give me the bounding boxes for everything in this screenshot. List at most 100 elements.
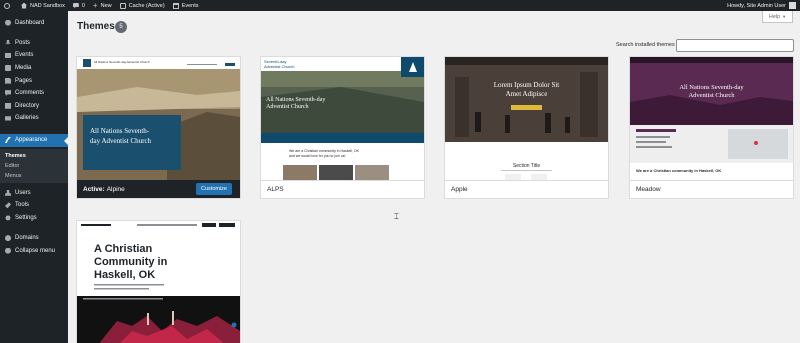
sidebar-item-appearance[interactable]: Appearance [0,133,68,147]
theme-screenshot[interactable]: All Nations Seventh-day Adventist Church… [630,57,793,180]
sidebar-item-label: Comments [15,90,45,97]
calendar-icon [5,52,11,59]
search-themes-input[interactable] [676,39,794,52]
screenshot-hero-line-1: All Nations Seventh-day [679,84,744,91]
theme-screenshot[interactable]: All Nations Seventh-day Adventist Church… [77,57,240,180]
sidebar-item-label: Posts [15,39,31,46]
plus-icon: + [92,0,98,10]
screenshot-hero-line-1: Lorem Ipsum Dolor Sit [494,81,560,89]
sidebar-item-media[interactable]: Media [0,63,68,73]
screenshot-hero-line-1: All Nations Seventh-day [266,97,325,103]
sidebar-item-label: Tools [15,202,30,209]
my-account-link[interactable]: Howdy, Site Admin User [723,0,800,11]
screenshot-body-line-1: We are a Christian community in Haskell,… [289,149,360,153]
alpine-screenshot-image: All Nations Seventh-day Adventist Church… [77,57,240,180]
theme-name-bar: Meadow [630,180,793,198]
theme-count-badge: 5 [115,21,127,33]
screenshot-hero-line-3: Haskell, OK [94,269,155,281]
site-name: NAD Sandbox [30,2,65,9]
theme-screenshot[interactable]: A Christian Community in Haskell, OK [77,221,240,343]
screenshot-header-title-2: Adventist Church [264,64,294,69]
sidebar-item-label: Appearance [15,137,48,144]
sidebar-item-label: Settings [15,214,37,221]
main-content: Help ▼ Themes 5 Search installed themes A… [68,11,800,343]
sidebar-item-dashboard[interactable]: Dashboard [0,18,68,28]
sidebar-item-settings[interactable]: Settings [0,213,68,223]
sidebar-item-label: Domains [15,235,39,242]
wordpress-logo-icon [4,2,10,9]
submenu-item-editor[interactable]: Editor [0,161,68,171]
page-title: Themes [77,21,115,32]
screenshot-body-line-1: We are a Christian community in Haskell,… [636,168,721,173]
submenu-item-themes[interactable]: Themes [0,151,68,161]
sidebar-item-label: Media [15,64,32,71]
sidebar-item-label: Galleries [15,115,39,122]
sidebar-item-directory[interactable]: Directory [0,101,68,111]
theme-name: Apple [451,186,468,193]
sidebar-item-posts[interactable]: Posts [0,38,68,48]
theme-card-5[interactable]: A Christian Community in Haskell, OK [77,221,240,343]
theme-name: ALPS [267,186,284,193]
cache-link[interactable]: Cache (Active) [116,0,169,11]
theme-card-alps[interactable]: Seventh-day Adventist Church All Nations… [261,57,424,198]
theme-name: Alpine [106,185,125,193]
caret-down-icon: ▼ [782,14,787,19]
sidebar-item-domains[interactable]: Domains [0,233,68,243]
search-label: Search installed themes [616,42,675,48]
page-icon [5,77,11,84]
events-link[interactable]: Events [169,0,203,11]
sidebar-item-tools[interactable]: Tools [0,200,68,210]
theme-screenshot[interactable]: Seventh-day Adventist Church All Nations… [261,57,424,180]
screenshot-hero-line-2: Adventist Church [266,104,309,110]
theme-card-meadow[interactable]: All Nations Seventh-day Adventist Church… [630,57,793,198]
screenshot-hero-line-1: All Nations Seventh- [90,127,150,135]
media-icon [5,64,11,71]
sidebar-item-label: Directory [15,102,40,109]
dashboard-icon [5,19,11,26]
calendar-icon [172,2,179,9]
directory-icon [5,102,11,109]
cache-label: Cache (Active) [128,2,165,9]
admin-sidebar: Dashboard Posts Events Media Pages Comme… [0,11,68,343]
sidebar-item-label: Users [15,189,31,196]
new-label: New [100,2,112,9]
sidebar-item-users[interactable]: Users [0,188,68,198]
sidebar-item-galleries[interactable]: Galleries [0,113,68,123]
theme-name-bar: Active: Alpine Customize [77,180,240,198]
collapse-menu-button[interactable]: Collapse menu [0,246,68,256]
events-label: Events [181,2,199,9]
apple-screenshot-image: Lorem Ipsum Dolor Sit Amet Adipisce Sect… [445,57,608,180]
sidebar-item-pages[interactable]: Pages [0,76,68,86]
alps-screenshot-image: Seventh-day Adventist Church All Nations… [261,57,424,180]
theme-card-apple[interactable]: Lorem Ipsum Dolor Sit Amet Adipisce Sect… [445,57,608,198]
site-name-link[interactable]: NAD Sandbox [17,0,69,11]
howdy-text: Howdy, Site Admin User [727,2,786,9]
screenshot-header-title: All Nations Seventh-day Adventist Church [94,60,150,64]
comments-link[interactable]: 0 [69,0,89,11]
comments-count: 0 [81,2,85,9]
theme-card-alpine[interactable]: All Nations Seventh-day Adventist Church… [77,57,240,198]
wordpress-logo-button[interactable] [0,0,17,11]
sidebar-item-events[interactable]: Events [0,50,68,60]
screenshot-hero-line-2: Adventist Church [688,92,735,99]
appearance-submenu: Themes Editor Menus [0,149,68,184]
sidebar-item-comments[interactable]: Comments [0,88,68,98]
screenshot-hero-line-2: Amet Adipisce [506,90,548,98]
sidebar-item-label: Pages [15,77,33,84]
help-button[interactable]: Help ▼ [762,11,793,23]
globe-icon [5,235,11,242]
sidebar-item-label: Events [15,52,34,59]
wrench-icon [5,202,11,209]
theme-screenshot[interactable]: Lorem Ipsum Dolor Sit Amet Adipisce Sect… [445,57,608,180]
users-icon [5,189,11,196]
new-content-link[interactable]: + New [89,0,116,11]
paintbrush-icon [5,137,11,144]
submenu-item-menus[interactable]: Menus [0,171,68,181]
customize-button[interactable]: Customize [196,183,232,195]
mouse-cursor-icon: ⌶ [394,212,399,221]
comment-bubble-icon [72,2,79,9]
theme-5-screenshot-image: A Christian Community in Haskell, OK [77,221,240,343]
gear-icon [5,214,11,221]
gallery-icon [5,116,11,121]
meadow-screenshot-image: All Nations Seventh-day Adventist Church… [630,57,793,180]
